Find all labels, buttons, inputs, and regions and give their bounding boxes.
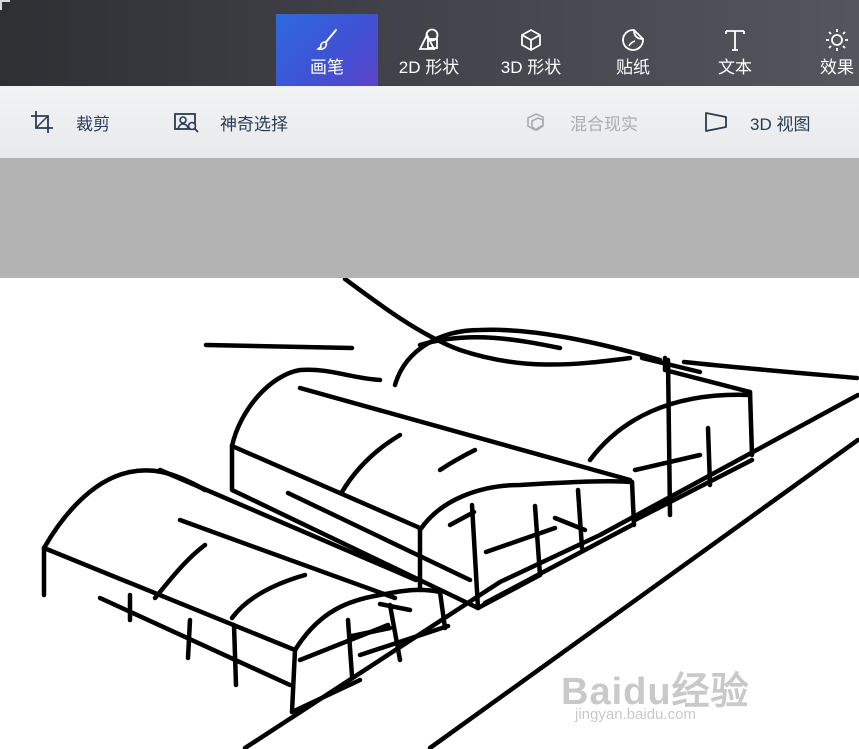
baidu-watermark: Baidu经验 jingyan.baidu.com [561,652,811,732]
sticker-icon [582,26,684,54]
paint3d-window: 画笔 2D 形状 3D 形状 贴纸 文本 效果 裁剪 神奇选择 混合现实 3D … [0,0,859,749]
window-corner [0,0,10,10]
2d-shapes-icon [378,26,480,54]
3d-view-icon [702,108,730,136]
secondary-toolbar: 裁剪 神奇选择 混合现实 3D 视图 [0,86,859,158]
tab-stickers[interactable]: 贴纸 [582,14,684,86]
crop-label: 裁剪 [76,114,110,134]
tab-label: 2D 形状 [398,58,460,77]
tab-text[interactable]: 文本 [684,14,786,86]
magic-select-label: 神奇选择 [220,114,288,134]
brush-icon [276,26,378,54]
3d-cube-icon [480,26,582,54]
magic-select-icon [172,108,200,136]
crop-icon [28,108,56,136]
tab-label: 贴纸 [616,58,650,77]
watermark-url: jingyan.baidu.com [575,706,696,723]
top-ribbon: 画笔 2D 形状 3D 形状 贴纸 文本 效果 [0,0,859,86]
effects-sun-icon [786,26,859,54]
mixed-reality-label: 混合现实 [570,114,638,134]
view-3d-button[interactable]: 3D 视图 [702,86,810,158]
magic-select-button[interactable]: 神奇选择 [172,86,288,158]
tab-label: 文本 [718,58,752,77]
tab-2d-shapes[interactable]: 2D 形状 [378,14,480,86]
text-icon [684,26,786,54]
view-3d-label: 3D 视图 [750,114,811,134]
canvas-surround [0,158,859,278]
tab-brushes[interactable]: 画笔 [276,14,378,86]
tab-3d-shapes[interactable]: 3D 形状 [480,14,582,86]
crop-button[interactable]: 裁剪 [28,86,110,158]
tab-label: 画笔 [310,58,344,77]
tab-effects[interactable]: 效果 [786,14,859,86]
tab-label: 3D 形状 [500,58,562,77]
tab-label: 效果 [820,58,854,77]
mixed-reality-button[interactable]: 混合现实 [522,86,638,158]
mixed-reality-icon [522,108,550,136]
